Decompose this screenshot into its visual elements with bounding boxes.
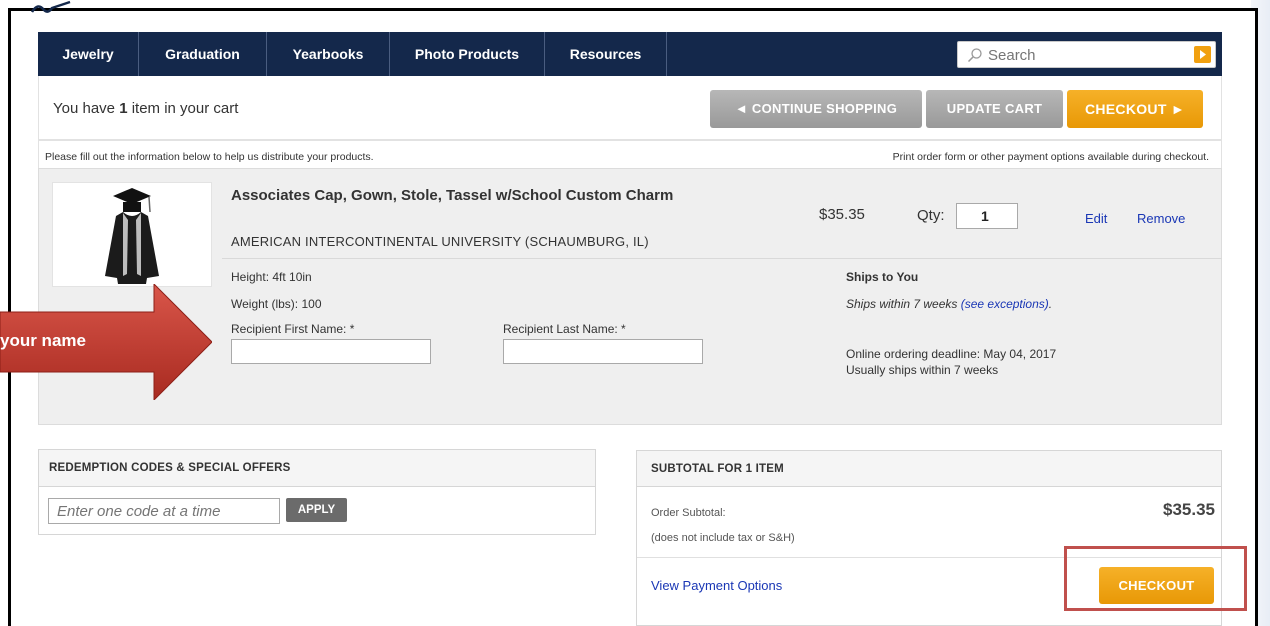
subtotal-label: Order Subtotal:: [651, 507, 726, 519]
info-payment-options: Print order form or other payment option…: [892, 151, 1209, 163]
info-instructions: Please fill out the information below to…: [45, 151, 374, 163]
product-title: Associates Cap, Gown, Stole, Tassel w/Sc…: [231, 187, 674, 204]
ships-heading: Ships to You: [846, 270, 919, 284]
apply-button[interactable]: APPLY: [286, 498, 347, 522]
cart-item-count: You have 1 item in your cart: [53, 100, 238, 117]
annotation-arrow-text: your name: [0, 331, 86, 350]
play-arrow-icon: [1200, 50, 1206, 59]
first-name-label: Recipient First Name: *: [231, 322, 355, 336]
nav-item-jewelry[interactable]: Jewelry: [38, 32, 139, 76]
last-name-label: Recipient Last Name: *: [503, 322, 626, 336]
continue-shopping-button[interactable]: ◄ CONTINUE SHOPPING: [710, 90, 922, 128]
see-exceptions-link[interactable]: (see exceptions): [961, 297, 1049, 311]
cart-count-suffix: item in your cart: [127, 100, 239, 117]
edit-link[interactable]: Edit: [1085, 211, 1107, 226]
nav-item-graduation[interactable]: Graduation: [139, 32, 267, 76]
item-divider: [222, 258, 1222, 259]
cart-count-prefix: You have: [53, 100, 120, 117]
view-payment-options-link[interactable]: View Payment Options: [651, 578, 782, 593]
redemption-header: REDEMPTION CODES & SPECIAL OFFERS: [39, 450, 595, 487]
subtotal-value: $35.35: [1163, 500, 1215, 519]
quantity-input[interactable]: 1: [956, 203, 1018, 229]
ships-text: Ships within 7 weeks: [846, 297, 961, 311]
remove-link[interactable]: Remove: [1137, 211, 1185, 226]
qty-label: Qty:: [917, 207, 945, 224]
search-icon: [967, 48, 982, 63]
usually-ships: Usually ships within 7 weeks: [846, 363, 999, 377]
item-price: $35.35: [819, 206, 865, 223]
search-input[interactable]: [988, 46, 1178, 64]
checkout-top-button[interactable]: CHECKOUT ►: [1067, 90, 1203, 128]
weight-text: Weight (lbs): 100: [231, 297, 322, 311]
school-name: AMERICAN INTERCONTINENTAL UNIVERSITY (SC…: [231, 234, 649, 249]
brand-logo: [30, 0, 71, 13]
nav-item-photo-products[interactable]: Photo Products: [390, 32, 545, 76]
cart-count-number: 1: [119, 100, 128, 117]
nav-item-yearbooks[interactable]: Yearbooks: [267, 32, 390, 76]
search-go-button[interactable]: [1194, 46, 1211, 63]
nav-item-resources[interactable]: Resources: [545, 32, 667, 76]
graduation-gown-icon: [105, 188, 159, 284]
height-text: Height: 4ft 10in: [231, 270, 312, 284]
ships-info: Ships within 7 weeks (see exceptions).: [846, 297, 1052, 311]
search-box: [957, 41, 1216, 68]
update-cart-button[interactable]: UPDATE CART: [926, 90, 1063, 128]
ordering-deadline: Online ordering deadline: May 04, 2017: [846, 347, 1057, 361]
summary-header: SUBTOTAL FOR 1 ITEM: [637, 451, 1221, 487]
redemption-heading: REDEMPTION CODES & SPECIAL OFFERS: [49, 462, 291, 474]
info-bar: Please fill out the information below to…: [38, 140, 1222, 168]
summary-heading: SUBTOTAL FOR 1 ITEM: [651, 463, 784, 475]
subtotal-note: (does not include tax or S&H): [651, 532, 795, 544]
last-name-field[interactable]: [503, 339, 703, 364]
redemption-code-input[interactable]: [48, 498, 280, 524]
redemption-panel: REDEMPTION CODES & SPECIAL OFFERS APPLY: [38, 449, 596, 535]
ships-period: .: [1048, 297, 1053, 311]
product-image: [52, 182, 212, 287]
first-name-field[interactable]: [231, 339, 431, 364]
checkout-highlight-box: [1064, 546, 1247, 611]
